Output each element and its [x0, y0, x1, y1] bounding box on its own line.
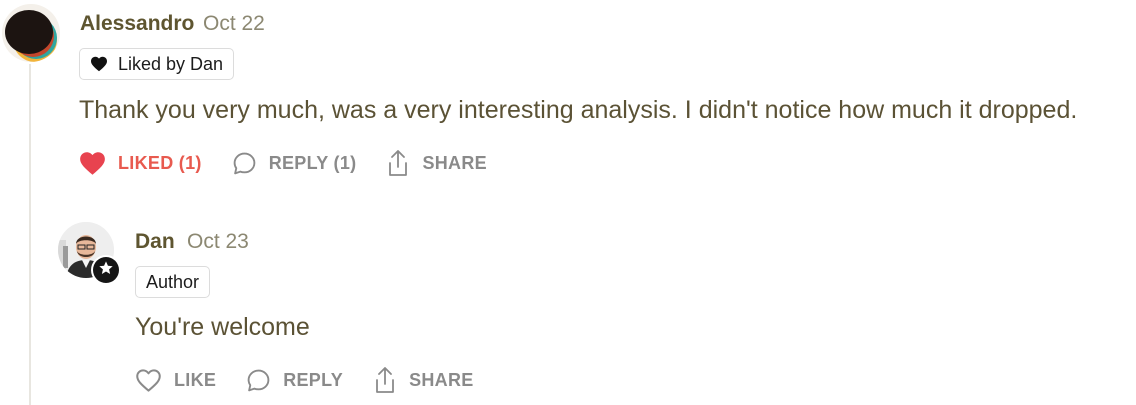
- reply-date[interactable]: Oct 23: [187, 230, 249, 254]
- reply-text: You're welcome: [135, 313, 310, 341]
- comment-text: Thank you very much, was a very interest…: [79, 96, 1078, 124]
- reply-author-name[interactable]: Dan: [135, 230, 175, 254]
- liked-by-badge: Liked by Dan: [79, 48, 235, 80]
- author-badge-label: Author: [146, 271, 200, 292]
- reply-button[interactable]: REPLY (1): [232, 151, 357, 176]
- comment-bubble-icon: [246, 368, 283, 393]
- heart-icon: [135, 368, 174, 393]
- share-label: SHARE: [422, 152, 487, 173]
- comment-author-name[interactable]: Alessandro: [80, 12, 194, 36]
- heart-icon: [90, 56, 108, 72]
- reply-actions: LIKE REPLY SHARE: [135, 366, 474, 394]
- share-label: SHARE: [409, 369, 474, 390]
- reply-label: REPLY (1): [268, 152, 357, 173]
- liked-by-label: Liked by Dan: [118, 53, 224, 74]
- comment-actions: LIKED (1) REPLY (1) SHARE: [79, 149, 487, 177]
- heart-icon: [79, 151, 118, 176]
- share-button[interactable]: SHARE: [386, 149, 487, 177]
- like-button[interactable]: LIKE: [135, 368, 216, 393]
- reply-button[interactable]: REPLY: [246, 368, 343, 393]
- like-label: LIKED (1): [118, 152, 202, 173]
- comment-bubble-icon: [232, 151, 269, 176]
- share-button[interactable]: SHARE: [373, 366, 474, 394]
- author-star-badge: [91, 255, 121, 285]
- share-icon: [373, 366, 409, 394]
- reply-label: REPLY: [283, 369, 344, 390]
- like-button[interactable]: LIKED (1): [79, 151, 202, 176]
- comment-date[interactable]: Oct 22: [203, 12, 265, 36]
- like-label: LIKE: [174, 369, 217, 390]
- star-icon: [98, 260, 114, 281]
- author-badge: Author: [135, 266, 211, 298]
- share-icon: [386, 149, 422, 177]
- thread-line: [29, 64, 31, 405]
- avatar-alessandro[interactable]: [2, 4, 60, 62]
